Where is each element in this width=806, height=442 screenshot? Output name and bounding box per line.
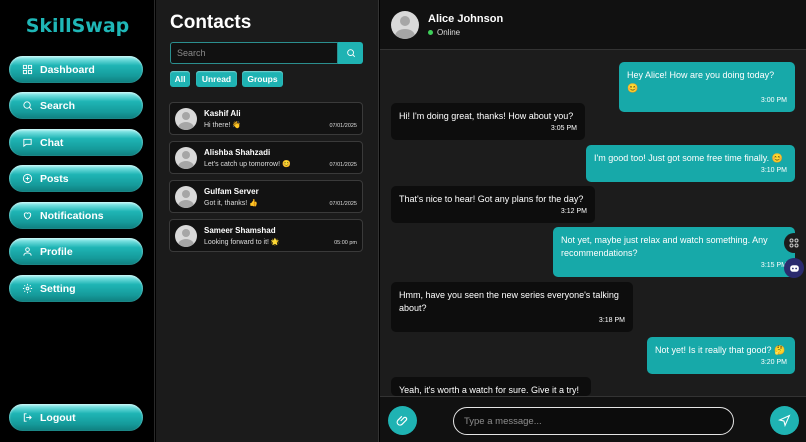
apps-icon[interactable] bbox=[784, 233, 804, 253]
message-time: 3:18 PM bbox=[598, 317, 625, 324]
send-icon bbox=[778, 414, 791, 427]
contact-last-message: Looking forward to it! 🌟 bbox=[204, 239, 280, 246]
message-text: Not yet! Is it really that good? 🤔 bbox=[655, 345, 786, 355]
filter-unread-button[interactable]: Unread bbox=[196, 71, 237, 87]
contact-time: 07/01/2025 bbox=[329, 201, 357, 207]
assistant-bot-icon[interactable] bbox=[784, 258, 804, 278]
contact-item[interactable]: Gulfam Server Got it, thanks! 👍 07/01/20… bbox=[169, 180, 363, 213]
chat-panel: Alice Johnson Online Hey Alice! How are … bbox=[380, 0, 806, 442]
chat-composer bbox=[380, 396, 806, 442]
avatar bbox=[175, 108, 197, 130]
message-time: 3:00 PM bbox=[760, 97, 787, 104]
contact-name: Alishba Shahzadi bbox=[204, 148, 271, 157]
user-icon bbox=[21, 246, 33, 258]
message-text: Yeah, it's worth a watch for sure. Give … bbox=[399, 385, 579, 395]
message-received: That's nice to hear! Got any plans for t… bbox=[391, 186, 595, 223]
logout-icon bbox=[21, 412, 33, 424]
contact-name: Sameer Shamshad bbox=[204, 226, 276, 235]
message-sent: Hey Alice! How are you doing today? 😊 3:… bbox=[619, 62, 795, 112]
nav-label: Notifications bbox=[40, 209, 104, 222]
contact-last-message: Let's catch up tomorrow! 😊 bbox=[204, 161, 291, 168]
gear-icon bbox=[21, 283, 33, 295]
nav-label: Dashboard bbox=[40, 63, 95, 76]
nav-setting-button[interactable]: Setting bbox=[9, 275, 143, 302]
avatar bbox=[391, 11, 419, 39]
filter-all-button[interactable]: All bbox=[170, 71, 190, 87]
contact-time: 05:00 pm bbox=[334, 240, 357, 246]
message-text: I'm good too! Just got some free time fi… bbox=[594, 153, 783, 163]
message-text: Not yet, maybe just relax and watch some… bbox=[561, 235, 768, 258]
nav-notifications-button[interactable]: Notifications bbox=[9, 202, 143, 229]
avatar bbox=[175, 225, 197, 247]
nav-chat-button[interactable]: Chat bbox=[9, 129, 143, 156]
contact-name: Kashif Ali bbox=[204, 109, 241, 118]
contacts-search-button[interactable] bbox=[338, 42, 363, 64]
chat-icon bbox=[21, 137, 33, 149]
avatar bbox=[175, 147, 197, 169]
search-icon bbox=[21, 100, 33, 112]
search-icon bbox=[346, 49, 355, 58]
contact-item[interactable]: Sameer Shamshad Looking forward to it! 🌟… bbox=[169, 219, 363, 252]
nav-search-button[interactable]: Search bbox=[9, 92, 143, 119]
online-status-dot bbox=[428, 30, 433, 35]
contact-item[interactable]: Kashif Ali Hi there! 👋 07/01/2025 bbox=[169, 102, 363, 135]
contact-time: 07/01/2025 bbox=[329, 162, 357, 168]
nav-label: Search bbox=[40, 99, 76, 112]
message-text: Hi! I'm doing great, thanks! How about y… bbox=[399, 111, 574, 121]
nav-label: Posts bbox=[40, 172, 69, 185]
nav-posts-button[interactable]: Posts bbox=[9, 165, 143, 192]
plus-circle-icon bbox=[21, 173, 33, 185]
message-text: Hmm, have you seen the new series everyo… bbox=[399, 290, 619, 313]
contact-last-message: Got it, thanks! 👍 bbox=[204, 200, 258, 207]
chat-contact-name: Alice Johnson bbox=[428, 13, 504, 25]
nav-label: Chat bbox=[40, 136, 64, 149]
message-time: 3:15 PM bbox=[760, 262, 787, 269]
message-text: Hey Alice! How are you doing today? 😊 bbox=[627, 70, 775, 93]
message-time: 3:12 PM bbox=[560, 208, 587, 215]
filter-groups-button[interactable]: Groups bbox=[242, 71, 283, 87]
logout-button[interactable]: Logout bbox=[9, 404, 143, 431]
contacts-panel: Contacts All Unread Groups Kashif Ali Hi… bbox=[156, 0, 379, 442]
logout-label: Logout bbox=[40, 411, 76, 424]
avatar bbox=[175, 186, 197, 208]
contact-name: Gulfam Server bbox=[204, 187, 259, 196]
heart-icon bbox=[21, 210, 33, 222]
nav-dashboard-button[interactable]: Dashboard bbox=[9, 56, 143, 83]
chat-contact-status: Online bbox=[437, 28, 461, 37]
nav-profile-button[interactable]: Profile bbox=[9, 238, 143, 265]
message-sent: I'm good too! Just got some free time fi… bbox=[586, 145, 795, 182]
sidebar: SkillSwap Dashboard Search Chat Posts No… bbox=[0, 0, 155, 442]
contact-last-message: Hi there! 👋 bbox=[204, 122, 242, 129]
contacts-search-input[interactable] bbox=[170, 42, 338, 64]
message-received: Yeah, it's worth a watch for sure. Give … bbox=[391, 377, 591, 396]
message-input[interactable] bbox=[453, 407, 734, 435]
message-time: 3:20 PM bbox=[760, 359, 787, 366]
nav-label: Profile bbox=[40, 245, 73, 258]
contact-item[interactable]: Alishba Shahzadi Let's catch up tomorrow… bbox=[169, 141, 363, 174]
contact-time: 07/01/2025 bbox=[329, 123, 357, 129]
contacts-title: Contacts bbox=[170, 12, 252, 33]
message-received: Hmm, have you seen the new series everyo… bbox=[391, 282, 633, 332]
message-sent: Not yet, maybe just relax and watch some… bbox=[553, 227, 795, 277]
chat-header: Alice Johnson Online bbox=[380, 0, 806, 50]
nav-label: Setting bbox=[40, 282, 76, 295]
message-text: That's nice to hear! Got any plans for t… bbox=[399, 194, 584, 204]
message-received: Hi! I'm doing great, thanks! How about y… bbox=[391, 103, 585, 140]
message-sent: Not yet! Is it really that good? 🤔 3:20 … bbox=[647, 337, 795, 374]
grid-icon bbox=[21, 64, 33, 76]
send-button[interactable] bbox=[770, 406, 799, 435]
paperclip-icon bbox=[396, 415, 407, 426]
brand-logo: SkillSwap bbox=[25, 15, 130, 37]
message-time: 3:10 PM bbox=[760, 167, 787, 174]
message-time: 3:05 PM bbox=[550, 125, 577, 132]
attach-button[interactable] bbox=[388, 406, 417, 435]
